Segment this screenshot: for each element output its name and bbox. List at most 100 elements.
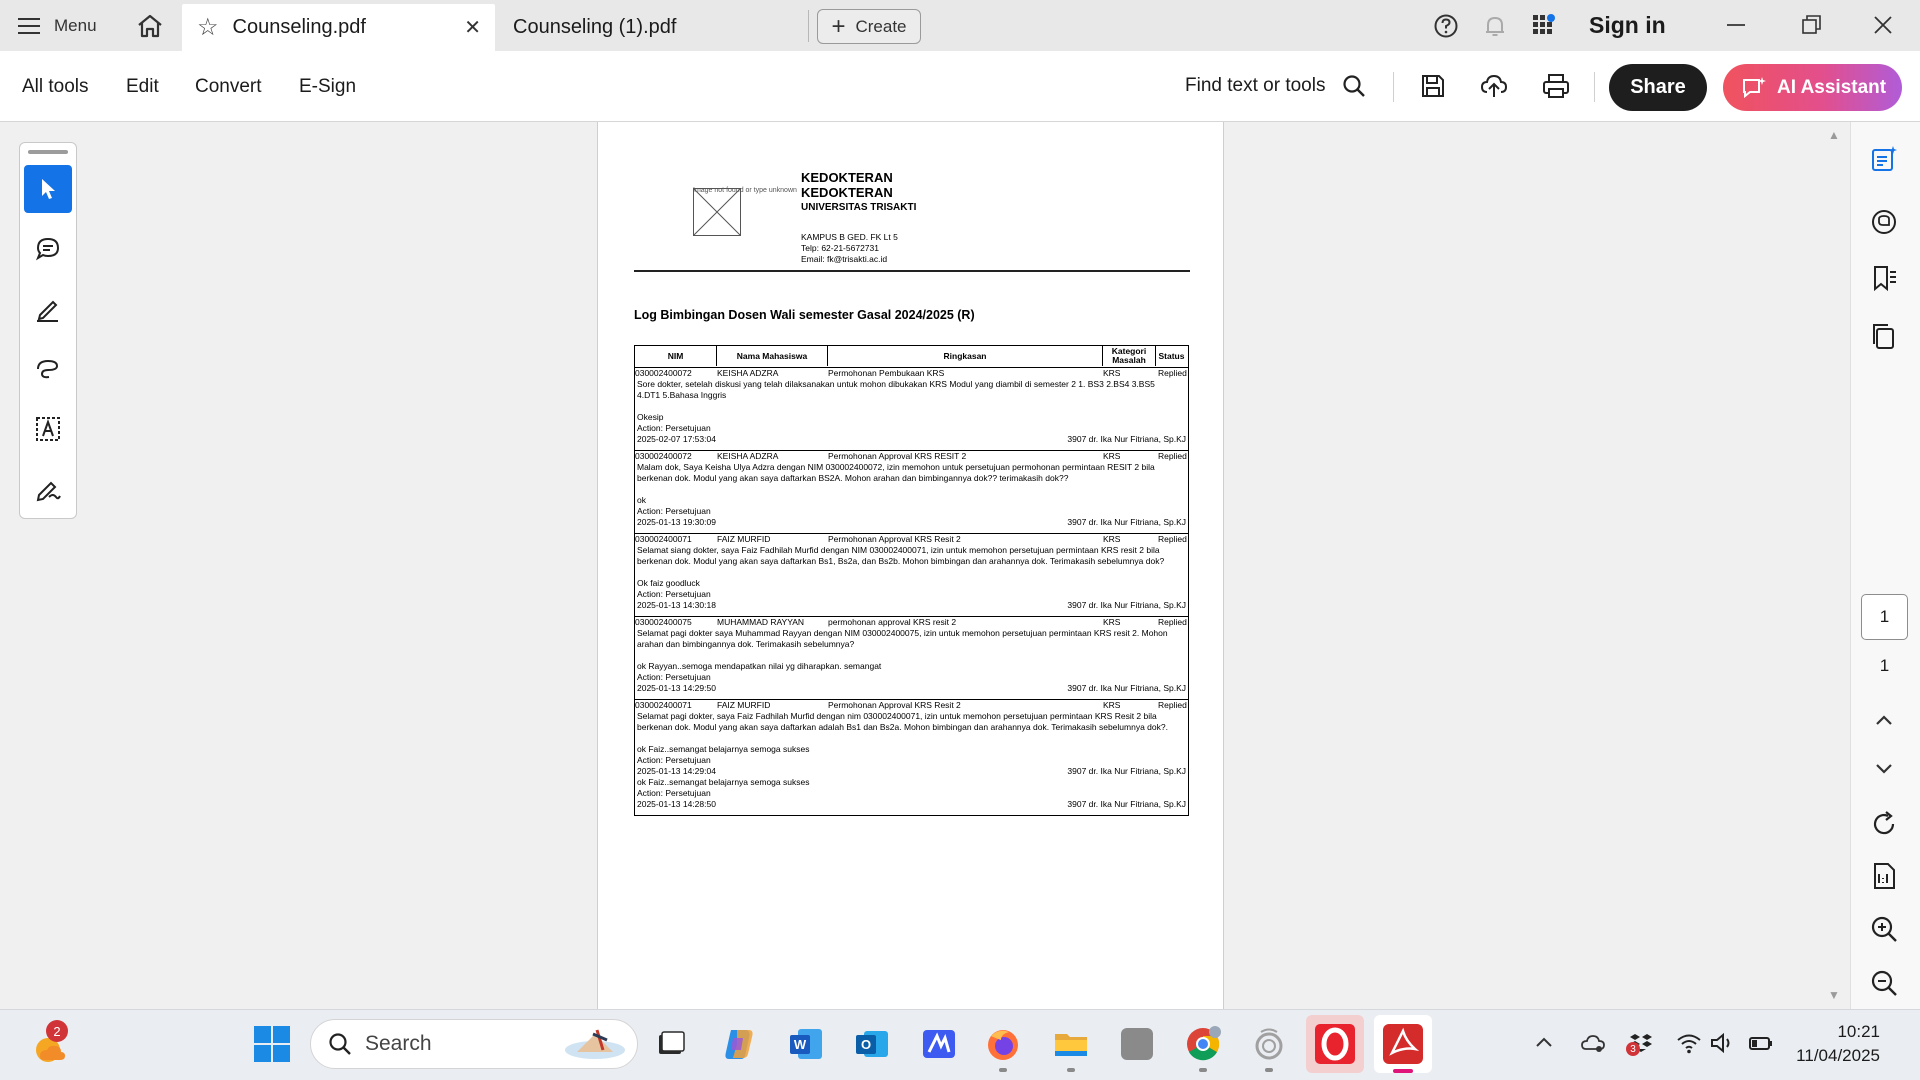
freeform-draw-icon (37, 359, 59, 379)
next-page-icon[interactable] (1869, 754, 1899, 784)
close-window-icon[interactable] (1868, 10, 1898, 40)
save-icon[interactable] (1418, 71, 1448, 101)
active-app-indicator (1393, 1069, 1413, 1073)
scroll-up-arrow[interactable]: ▲ (1828, 128, 1840, 142)
edit-pdf-sparkle-icon[interactable] (1869, 144, 1899, 174)
acrobat-active-tile[interactable] (1374, 1015, 1432, 1073)
entry-message-line: arahan dan bimbingannya dok. Terimakasih… (637, 639, 855, 649)
volume-icon[interactable] (1709, 1030, 1735, 1056)
minimize-icon[interactable] (1721, 10, 1751, 40)
star-icon[interactable]: ☆ (197, 13, 219, 42)
wifi-icon[interactable] (1676, 1030, 1702, 1056)
outlook-icon[interactable]: O (852, 1024, 892, 1064)
all-tools-menu[interactable]: All tools (22, 76, 89, 98)
generic-app-icon[interactable] (1117, 1024, 1157, 1064)
reply-footer-row: 2025-01-13 14:29:04 3907 dr. Ika Nur Fitr… (635, 766, 1188, 777)
edit-menu[interactable]: Edit (126, 76, 159, 98)
col-kategori: Kategori Masalah (1103, 346, 1156, 366)
show-hidden-icons-chevron-icon[interactable] (1531, 1030, 1557, 1056)
highlight-tool-button[interactable] (24, 285, 72, 333)
total-pages: 1 (1879, 656, 1890, 675)
menu-label: Menu (54, 16, 97, 35)
share-button[interactable]: Share (1609, 64, 1707, 111)
entry-header-row: 030002400071 FAIZ MURFID Permohonan Approv… (635, 534, 1188, 545)
system-clock[interactable]: 10:21 11/04/2025 (1780, 1020, 1880, 1068)
entry-status: Replied (1158, 700, 1187, 710)
comment-icon (35, 237, 60, 261)
text-box-icon (36, 417, 60, 441)
home-icon[interactable] (136, 13, 164, 39)
task-view-icon[interactable] (651, 1024, 691, 1064)
windows-start-icon[interactable] (252, 1024, 292, 1064)
previous-page-icon[interactable] (1869, 705, 1899, 735)
reply-datetime: 2025-01-13 14:29:50 (637, 683, 716, 693)
search-icon[interactable] (1341, 73, 1367, 99)
ai-assistant-icon (1743, 76, 1766, 98)
battery-icon[interactable] (1748, 1030, 1774, 1056)
rotate-icon[interactable] (1869, 809, 1899, 839)
cortana-ring-icon[interactable] (1249, 1024, 1289, 1064)
restore-icon[interactable] (1796, 10, 1826, 40)
esign-menu[interactable]: E-Sign (299, 76, 356, 98)
clock-date: 11/04/2025 (1796, 1046, 1880, 1065)
entry-nim: 030002400072 (635, 451, 692, 461)
reply-datetime: 2025-01-13 14:28:50 (637, 799, 716, 809)
onedrive-icon[interactable] (1580, 1030, 1606, 1056)
print-icon[interactable] (1541, 71, 1571, 101)
zoom-in-icon[interactable] (1869, 914, 1899, 944)
add-comment-tool-button[interactable] (24, 225, 72, 273)
create-button[interactable]: + Create (817, 9, 921, 44)
reply-datetime: 2025-01-13 19:30:09 (637, 517, 716, 527)
close-tab-icon[interactable]: ✕ (464, 15, 481, 40)
notifications-bell-icon[interactable] (1482, 13, 1508, 39)
entry-category: KRS (1103, 617, 1121, 627)
current-page-input[interactable]: 1 (1861, 594, 1908, 640)
svg-text:W: W (794, 1037, 807, 1052)
entry-subject: permohonan approval KRS resit 2 (828, 617, 957, 627)
scroll-down-arrow[interactable]: ▼ (1828, 988, 1840, 1002)
draw-tool-button[interactable] (24, 345, 72, 393)
file-explorer-icon[interactable] (1051, 1024, 1091, 1064)
text-select-tool-button[interactable] (24, 405, 72, 453)
weather-widget[interactable]: 2 (30, 1020, 74, 1068)
table-row: 030002400075 MUHAMMAD RAYYAN permohonan ap… (634, 617, 1189, 700)
opera-active-tile[interactable] (1306, 1015, 1364, 1073)
actual-size-icon[interactable] (1869, 861, 1899, 891)
menu-button[interactable]: Menu (18, 12, 97, 40)
app-icon[interactable] (919, 1024, 959, 1064)
bookmarks-panel-icon[interactable] (1869, 263, 1899, 293)
taskbar-search-box[interactable]: Search (310, 1019, 638, 1069)
cloud-upload-icon[interactable] (1479, 71, 1509, 101)
quick-tools-palette (19, 142, 77, 519)
word-icon[interactable]: W (786, 1024, 826, 1064)
chrome-icon[interactable] (1183, 1024, 1223, 1064)
sign-in-link[interactable]: Sign in (1589, 12, 1666, 39)
header-rule (634, 270, 1190, 272)
reply-text: ok Faiz..semangat belajarnya semoga suks… (637, 744, 810, 754)
apps-grid-icon[interactable] (1531, 13, 1557, 39)
letterhead-university: UNIVERSITAS TRISAKTI (801, 202, 917, 213)
page-thumbnails-icon[interactable] (1869, 321, 1899, 351)
running-indicator (1199, 1068, 1207, 1072)
copilot-icon[interactable] (719, 1024, 759, 1064)
reply-action: Action: Persetujuan (637, 755, 711, 765)
hamburger-icon (18, 18, 40, 34)
tab-counseling-1-pdf[interactable]: Counseling (1).pdf (497, 4, 807, 51)
acrobat-icon (1383, 1024, 1423, 1064)
ai-assistant-button[interactable]: AI Assistant (1723, 64, 1902, 111)
firefox-icon[interactable] (983, 1024, 1023, 1064)
find-text-or-tools[interactable]: Find text or tools (1185, 75, 1325, 97)
highlighter-pen-icon (37, 300, 58, 322)
select-tool-button[interactable] (24, 165, 72, 213)
entry-header-row: 030002400072 KEISHA ADZRA Permohonan Pembu… (635, 368, 1188, 379)
zoom-out-icon[interactable] (1869, 968, 1899, 998)
palette-grip[interactable] (28, 150, 68, 154)
reply-action: Action: Persetujuan (637, 589, 711, 599)
tab-counseling-pdf[interactable]: ☆ Counseling.pdf ✕ (182, 4, 495, 51)
convert-menu[interactable]: Convert (195, 76, 262, 98)
fill-sign-tool-button[interactable] (24, 465, 72, 513)
app-tray-icon[interactable]: 3 (1626, 1030, 1654, 1056)
help-icon[interactable] (1433, 13, 1459, 39)
counseling-log-table: NIM Nama Mahasiswa Ringkasan Kategori Ma… (634, 345, 1189, 816)
comments-panel-icon[interactable] (1869, 207, 1899, 237)
